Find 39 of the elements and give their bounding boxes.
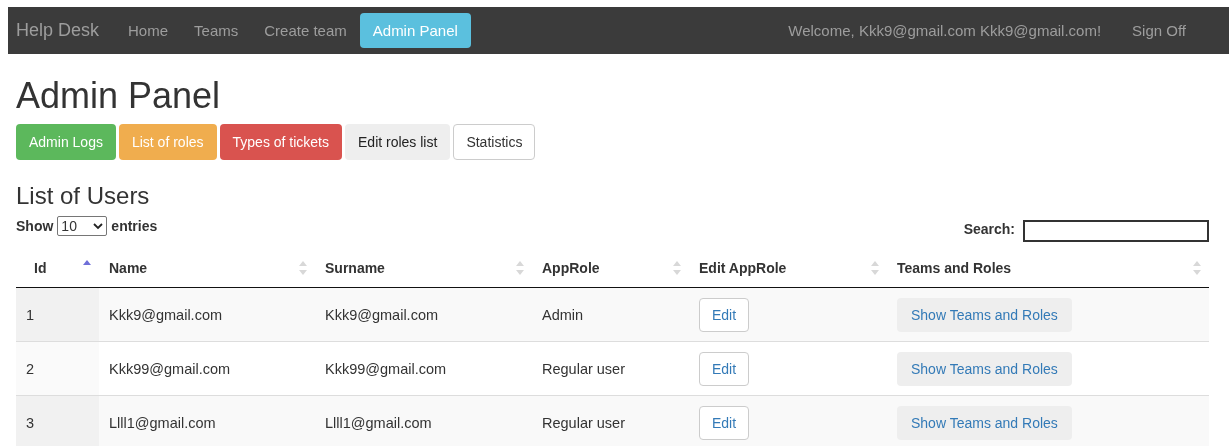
edit-button[interactable]: Edit: [699, 297, 750, 332]
page-title: Admin Panel: [16, 76, 222, 116]
welcome-text: Welcome, Kkk9@gmail.com Kkk9@gmail.com!: [788, 22, 1102, 39]
show-teams-button[interactable]: Show Teams and Roles: [897, 297, 1072, 332]
column-header[interactable]: AppRole: [532, 248, 689, 288]
edit-button[interactable]: Edit: [699, 351, 750, 386]
table-cell: Llll1@gmail.com: [99, 395, 315, 446]
column-header[interactable]: Teams and Roles: [887, 248, 1209, 288]
show-teams-button[interactable]: Show Teams and Roles: [897, 351, 1072, 386]
nav-link[interactable]: Create team: [251, 13, 360, 48]
table-cell: Kkk9@gmail.com: [315, 287, 532, 342]
search-field[interactable]: [1023, 220, 1209, 242]
table-cell: Kkk9@gmail.com: [99, 287, 315, 342]
table-cell: Regular user: [532, 395, 689, 446]
section-title: List of Users: [16, 182, 151, 210]
table-cell: 3: [16, 395, 99, 446]
search-label: Search:: [963, 221, 1015, 237]
column-header[interactable]: Id: [16, 248, 99, 288]
edit-button[interactable]: Edit: [699, 405, 750, 440]
column-header[interactable]: Name: [99, 248, 315, 288]
show-teams-button[interactable]: Show Teams and Roles: [897, 405, 1072, 440]
nav-link[interactable]: Home: [115, 13, 182, 48]
admin-button[interactable]: Statistics: [453, 124, 536, 160]
column-header[interactable]: Edit AppRole: [689, 248, 887, 288]
column-header[interactable]: Surname: [315, 248, 532, 288]
entries-label: entries: [111, 218, 158, 234]
table-cell: 1: [16, 287, 99, 342]
table-cell: Admin: [532, 287, 689, 342]
brand-link[interactable]: Help Desk: [16, 20, 100, 41]
admin-button[interactable]: Admin Logs: [16, 124, 116, 160]
table-cell: Llll1@gmail.com: [315, 395, 532, 446]
table-cell: 2: [16, 341, 99, 396]
sign-off-link[interactable]: Sign Off: [1119, 13, 1199, 48]
admin-button[interactable]: Edit roles list: [345, 124, 451, 160]
show-label: Show: [16, 218, 54, 234]
admin-button[interactable]: Types of tickets: [219, 124, 342, 160]
chevron-down-icon: [93, 222, 104, 230]
entries-select[interactable]: 10: [57, 216, 108, 236]
nav-link[interactable]: Teams: [181, 13, 252, 48]
